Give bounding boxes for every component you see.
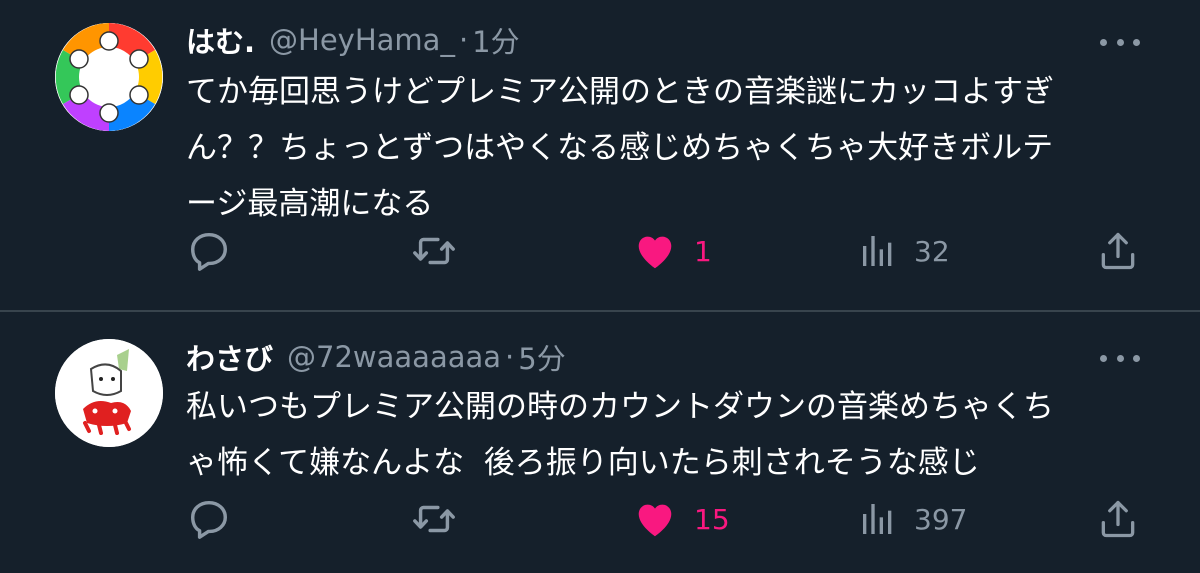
heart-filled-icon	[638, 504, 672, 537]
tweet-header: はむ. @HeyHama_ · 1分	[186, 20, 520, 60]
share-icon	[1101, 500, 1135, 538]
tweet-text-line: ージ最高潮になる	[186, 186, 434, 222]
avatar-illustration-icon	[55, 23, 163, 131]
separator: ·	[458, 23, 469, 57]
tweet-text: 私いつもプレミア公開の時のカウントダウンの音楽めちゃくち ゃ怖くて嫌なんよな 後…	[186, 379, 1161, 491]
like-count: 15	[694, 502, 730, 536]
action-bar: 15 397	[0, 494, 1200, 544]
views-count: 397	[914, 502, 968, 536]
avatar-illustration-icon	[55, 339, 163, 447]
timestamp[interactable]: 5分	[518, 336, 565, 378]
display-name[interactable]: はむ.	[186, 19, 255, 61]
like-count: 1	[694, 234, 712, 268]
tweet-text-line: 私いつもプレミア公開の時のカウントダウンの音楽めちゃくち	[186, 389, 1054, 425]
share-icon	[1101, 232, 1135, 270]
timeline-feed: はむ. @HeyHama_ · 1分 てか毎回思うけどプレミア公開のときの音楽謎…	[0, 0, 1200, 573]
more-options-icon[interactable]	[1100, 348, 1140, 368]
tweet-text-line: ん？？ちょっとずつはやくなる感じめちゃくちゃ大好きボルテ	[186, 130, 1054, 166]
display-name[interactable]: わさび	[186, 336, 273, 378]
retweet-button[interactable]	[410, 226, 458, 276]
avatar[interactable]	[55, 23, 163, 131]
tweet-header: わさび @72waaaaaaa · 5分	[186, 337, 566, 377]
tweet-text-line: ゃ怖くて嫌なんよな 後ろ振り向いたら刺されそうな感じ	[186, 445, 980, 481]
user-handle[interactable]: @72waaaaaaa	[287, 340, 501, 374]
reply-icon	[190, 232, 228, 271]
separator: ·	[505, 340, 515, 374]
avatar[interactable]	[55, 339, 163, 447]
timestamp[interactable]: 1分	[472, 19, 519, 61]
share-button[interactable]	[1096, 226, 1140, 276]
views-button[interactable]: 397	[858, 494, 967, 544]
views-icon	[863, 236, 892, 266]
tweet-text: てか毎回思うけどプレミア公開のときの音楽謎にカッコよすぎ ん？？ちょっとずつはや…	[186, 64, 1161, 232]
tweet[interactable]: わさび @72waaaaaaa · 5分 私いつもプレミア公開の時のカウントダウ…	[0, 312, 1200, 573]
like-button[interactable]: 1	[632, 226, 712, 276]
reply-icon	[190, 500, 228, 539]
retweet-icon	[413, 237, 455, 265]
reply-button[interactable]	[186, 494, 232, 544]
views-icon	[863, 504, 892, 534]
heart-filled-icon	[638, 236, 672, 269]
retweet-button[interactable]	[410, 494, 458, 544]
like-button[interactable]: 15	[632, 494, 730, 544]
action-bar: 1 32	[0, 226, 1200, 276]
retweet-icon	[413, 505, 455, 533]
tweet-text-line: てか毎回思うけどプレミア公開のときの音楽謎にカッコよすぎ	[186, 74, 1054, 110]
tweet[interactable]: はむ. @HeyHama_ · 1分 てか毎回思うけどプレミア公開のときの音楽謎…	[0, 0, 1200, 311]
more-options-icon[interactable]	[1100, 32, 1140, 52]
views-button[interactable]: 32	[858, 226, 950, 276]
views-count: 32	[914, 234, 950, 268]
user-handle[interactable]: @HeyHama_	[269, 23, 455, 57]
share-button[interactable]	[1096, 494, 1140, 544]
reply-button[interactable]	[186, 226, 232, 276]
